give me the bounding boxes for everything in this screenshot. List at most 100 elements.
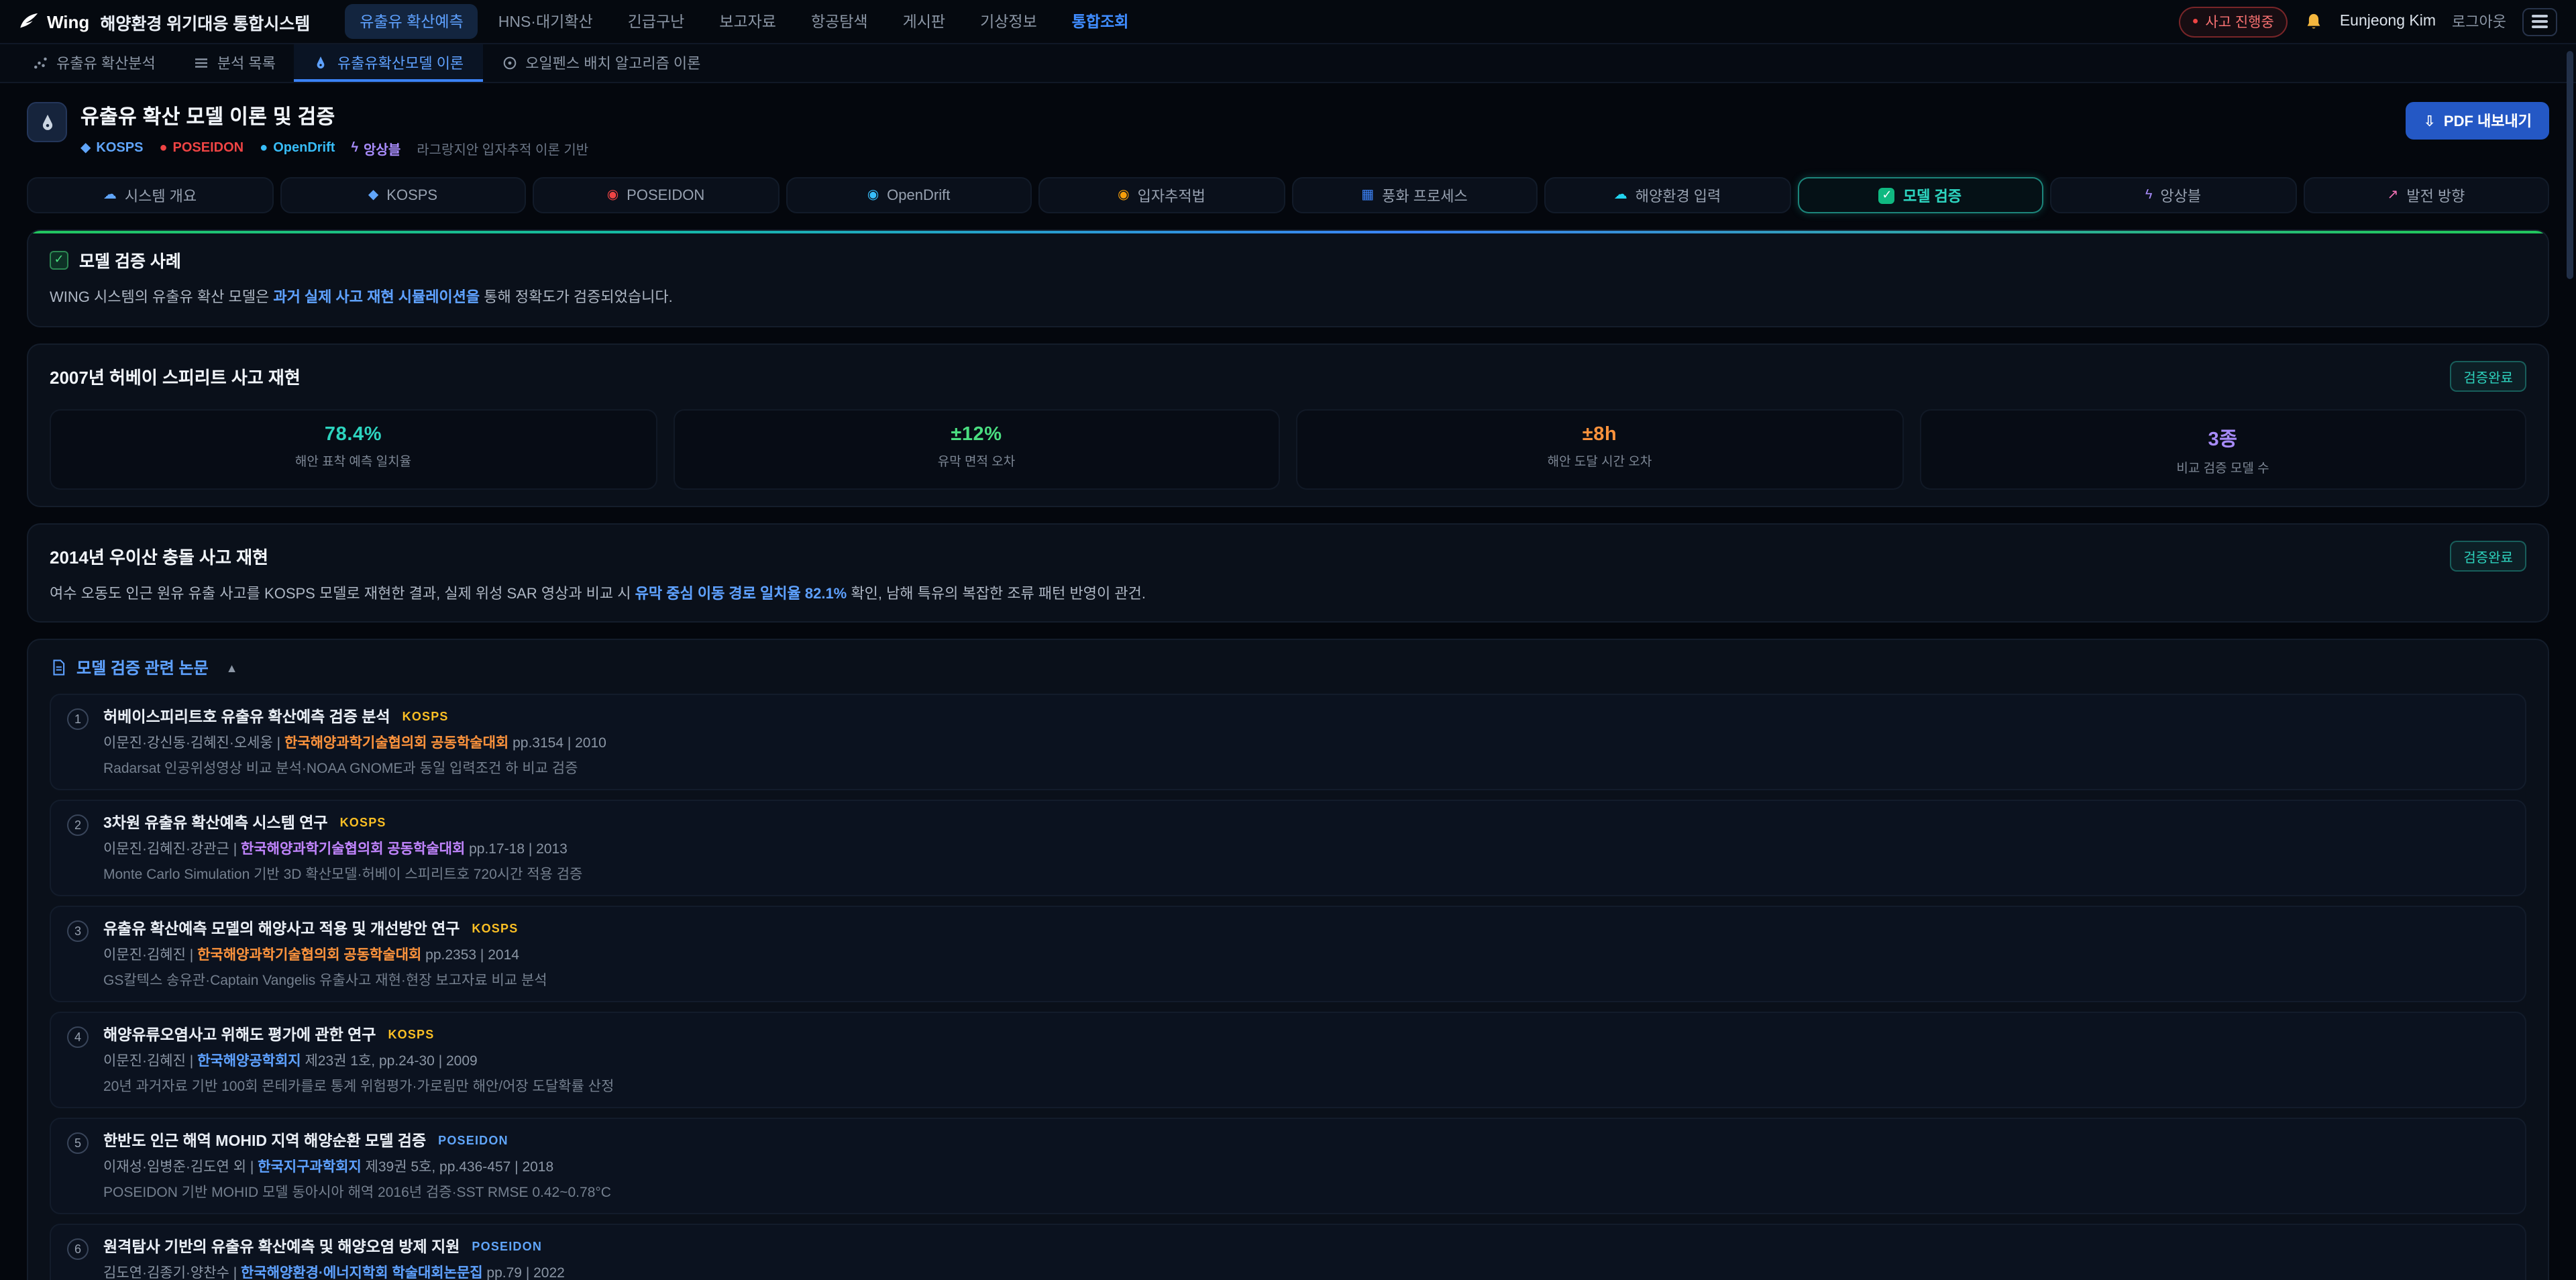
paper-row[interactable]: 5 한반도 인근 해역 MOHID 지역 해양순환 모델 검증 POSEIDON… [50,1118,2526,1214]
model-badge-icon: ◆ [80,141,91,156]
collapse-arrow-icon[interactable]: ▲ [226,661,238,674]
paper-title[interactable]: 유출유 확산예측 모델의 해양사고 적용 및 개선방안 연구 [103,918,460,939]
papers-header[interactable]: 모델 검증 관련 논문 ▲ [50,656,2526,679]
stat-label: 비교 검증 모델 수 [1921,457,2525,476]
tab-model-theory[interactable]: 유출유확산모델 이론 [294,44,482,82]
paper-title[interactable]: 해양유류오염사고 위해도 평가에 관한 연구 [103,1024,376,1045]
nav-item[interactable]: 긴급구난 [613,4,700,39]
tab-analysis-list[interactable]: 분석 목록 [174,44,294,82]
nav-item[interactable]: 유출유 확산예측 [345,4,478,39]
paper-title[interactable]: 한반도 인근 해역 MOHID 지역 해양순환 모델 검증 [103,1130,426,1151]
model-badge-icon: ● [260,141,268,156]
paper-model-badge: KOSPS [402,710,449,723]
section-tab[interactable]: ✓ 모델 검증 [1797,177,2043,213]
boom-circle-icon [501,55,517,71]
section-tab-icon: ☁ [103,189,117,202]
section-tab[interactable]: ↗ 발전 방향 [2303,177,2549,213]
paper-citation: 이문진·강신동·김혜진·오세웅 | 한국해양과학기술협의회 공동학술대회 pp.… [103,733,606,753]
paper-row[interactable]: 6 원격탐사 기반의 유출유 확산예측 및 해양오염 방제 지원 POSEIDO… [50,1224,2526,1280]
verified-badge: 검증완료 [2450,360,2526,391]
nav-item[interactable]: 보고자료 [704,4,791,39]
app-logo[interactable]: Wing 해양환경 위기대응 통합시스템 [19,9,310,34]
section-tab[interactable]: ▦ 풍화 프로세스 [1291,177,1538,213]
paper-row[interactable]: 3 유출유 확산예측 모델의 해양사고 적용 및 개선방안 연구 KOSPS 이… [50,906,2526,1002]
stat-label: 해안 도달 시간 오차 [1297,450,1902,469]
scatter-chart-icon [32,55,48,71]
section-tab[interactable]: ◉ OpenDrift [786,177,1032,213]
section-tab-icon: ↗ [2387,189,2399,202]
simulation-link[interactable]: 과거 실제 사고 재현 시뮬레이션을 [273,290,480,306]
download-icon: ⇩ [2423,112,2435,129]
papers-title: 모델 검증 관련 논문 [76,656,209,679]
gradient-accent-bar [28,231,2548,233]
paper-journal: 한국해양과학기술협의회 공동학술대회 [241,841,465,857]
section-tab[interactable]: ◉ POSEIDON [533,177,779,213]
section-tab[interactable]: ◉ 입자추적법 [1038,177,1285,213]
nav-item[interactable]: 항공탐색 [796,4,883,39]
section-tab-icon: ◆ [368,189,378,202]
paper-row[interactable]: 4 해양유류오염사고 위해도 평가에 관한 연구 KOSPS 이문진·김혜진 |… [50,1012,2526,1108]
user-name: Eunjeong Kim [2340,13,2436,30]
model-badge-icon: ϟ [351,141,358,156]
model-badge: ϟ 앙상블 [351,138,400,158]
paper-citation: 이재성·임병준·김도연 외 | 한국지구과학회지 제39권 5호, pp.436… [103,1157,611,1177]
paper-row[interactable]: 2 3차원 유출유 확산예측 시스템 연구 KOSPS 이문진·김혜진·강관근 … [50,800,2526,896]
section-tab[interactable]: ◆ KOSPS [280,177,526,213]
nav-item[interactable]: HNS·대기확산 [484,4,608,39]
wuisan-title: 2014년 우이산 충돌 사고 재현 [50,543,268,568]
stat-card: 78.4% 해안 표착 예측 일치율 [50,409,657,489]
pdf-export-button[interactable]: ⇩ PDF 내보내기 [2406,102,2549,140]
paper-title[interactable]: 원격탐사 기반의 유출유 확산예측 및 해양오염 방제 지원 [103,1236,460,1257]
page-pen-nib-icon [27,102,67,142]
wing-logo-icon [19,11,39,32]
nav-item[interactable]: 기상정보 [965,4,1052,39]
section-tab-icon: ◉ [1118,189,1129,202]
wuisan-case-card: 2014년 우이산 충돌 사고 재현 검증완료 여수 오동도 인근 원유 유출 … [27,523,2549,623]
page-subtitle: 라그랑지안 입자추적 이론 기반 [417,138,588,158]
section-tab[interactable]: ☁ 해양환경 입력 [1544,177,1790,213]
model-badge-icon: ● [159,141,167,156]
top-navbar: Wing 해양환경 위기대응 통합시스템 유출유 확산예측 HNS·대기확산 긴… [0,0,2576,44]
section-tab-icon: ☁ [1614,189,1627,202]
nav-item[interactable]: 게시판 [888,4,961,39]
section-tab-icon: ◉ [867,189,879,202]
section-tab[interactable]: ☁ 시스템 개요 [27,177,273,213]
paper-number: 1 [67,708,89,730]
paper-model-badge: POSEIDON [472,1240,542,1253]
paper-description: Radarsat 인공위성영상 비교 분석·NOAA GNOME과 동일 입력조… [103,758,606,778]
incident-label: 사고 진행중 [2205,11,2273,32]
incident-status-badge[interactable]: ● 사고 진행중 [2179,6,2288,37]
nav-item[interactable]: 통합조회 [1057,4,1144,39]
notification-bell-icon[interactable] [2304,11,2324,32]
model-badge: ● POSEIDON [159,141,244,156]
paper-number: 5 [67,1132,89,1154]
stat-value: 3종 [1921,423,2525,451]
paper-model-badge: KOSPS [388,1028,434,1041]
scrollbar-thumb[interactable] [2567,51,2573,279]
paper-title[interactable]: 허베이스피리트호 유출유 확산예측 검증 분석 [103,706,390,727]
paper-model-badge: POSEIDON [438,1134,508,1147]
section-tab[interactable]: ϟ 앙상블 [2050,177,2296,213]
paper-row[interactable]: 1 허베이스피리트호 유출유 확산예측 검증 분석 KOSPS 이문진·강신동·… [50,694,2526,790]
paper-list: 1 허베이스피리트호 유출유 확산예측 검증 분석 KOSPS 이문진·강신동·… [50,694,2526,1280]
tab-boom-algorithm-theory[interactable]: 오일펜스 배치 알고리즘 이론 [482,44,719,82]
section-tabs: ☁ 시스템 개요 ◆ KOSPS ◉ POSEIDON ◉ OpenDrift … [27,177,2549,213]
validation-intro-text: WING 시스템의 유출유 확산 모델은 과거 실제 사고 재현 시뮬레이션을 … [50,287,2526,309]
paper-number: 2 [67,814,89,836]
stat-value: 78.4% [51,423,655,445]
paper-number: 6 [67,1238,89,1260]
navbar-right: ● 사고 진행중 Eunjeong Kim 로그아웃 [2179,6,2557,37]
tab-spill-analysis[interactable]: 유출유 확산분석 [13,44,174,82]
list-icon [193,55,209,71]
menu-hamburger-icon[interactable] [2522,7,2557,36]
paper-description: GS칼텍스 송유관·Captain Vangelis 유출사고 재현·현장 보고… [103,970,547,990]
paper-title[interactable]: 3차원 유출유 확산예측 시스템 연구 [103,812,328,833]
paper-number: 4 [67,1026,89,1048]
stat-label: 해안 표착 예측 일치율 [51,450,655,469]
paper-journal: 한국해양과학기술협의회 공동학술대회 [197,947,421,963]
sub-tabbar: 유출유 확산분석 분석 목록 유출유확산모델 이론 오일펜스 배치 알고리즘 이… [0,44,2576,83]
check-icon: ✓ [50,250,68,269]
logout-link[interactable]: 로그아웃 [2452,11,2506,32]
paper-citation: 이문진·김혜진·강관근 | 한국해양과학기술협의회 공동학술대회 pp.17-1… [103,839,582,859]
section-tab-icon: ✓ [1879,187,1895,203]
